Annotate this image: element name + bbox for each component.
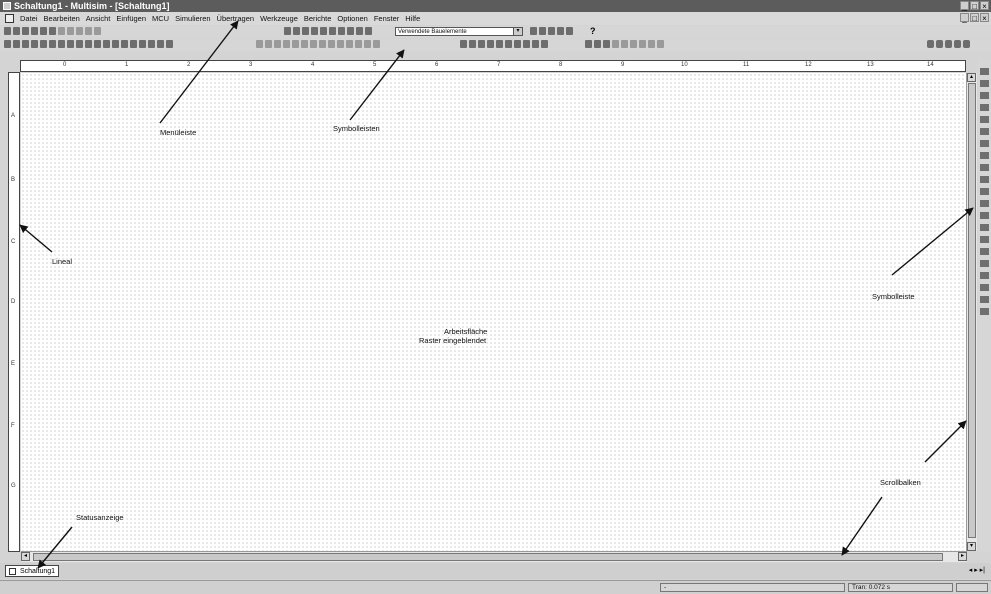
label-right-toolbar: Symbolleiste <box>872 292 915 301</box>
arrow-menubar <box>159 20 239 124</box>
arrow-vscroll <box>924 420 967 463</box>
label-ruler: Lineal <box>52 257 73 266</box>
label-scrollbars: Scrollbalken <box>880 478 921 487</box>
label-status: Statusanzeige <box>76 513 124 522</box>
annotation-arrows <box>19 20 974 569</box>
label-toolbars: Symbolleisten <box>333 124 380 133</box>
label-menubar: Menüleiste <box>160 128 197 137</box>
arrow-hscroll <box>841 496 883 556</box>
label-grid: Raster eingeblendet <box>419 336 487 345</box>
arrow-ruler <box>19 224 53 253</box>
arrow-toolbars <box>349 49 405 121</box>
arrow-right-toolbar <box>891 207 974 276</box>
label-workspace: Arbeitsfläche <box>444 327 488 336</box>
arrow-status <box>37 526 73 569</box>
